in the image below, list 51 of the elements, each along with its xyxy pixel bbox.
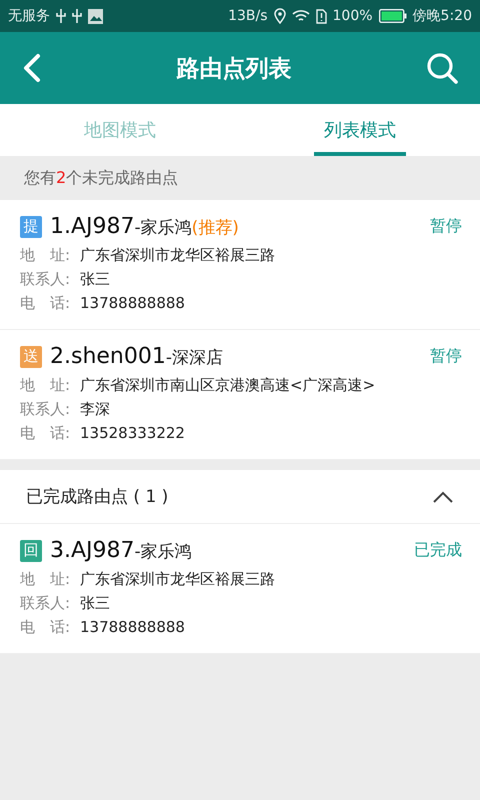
field-label: 电 话: [20, 423, 72, 444]
store-name: -家乐鸿 [134, 541, 192, 563]
mode-tab[interactable]: 列表模式 [240, 104, 480, 156]
type-badge: 回 [20, 540, 42, 562]
battery-icon [378, 9, 407, 23]
carrier-text: 无服务 [8, 7, 50, 25]
route-card[interactable]: 提 1.AJ987-家乐鸿(推荐) 暂停 地 址: 广东省深圳市龙华区裕展三路 联系人: 张三 电 话: 13788888888 [0, 200, 480, 330]
field-value: 广东省深圳市南山区京港澳高速<广深高速> [80, 375, 376, 396]
field-label: 电 话: [20, 617, 72, 638]
route-code: 3.AJ987 [50, 538, 135, 563]
completed-section-header[interactable]: 已完成路由点 ( 1 ) [0, 470, 480, 524]
route-card[interactable]: 送 2.shen001-深深店 暂停 地 址: 广东省深圳市南山区京港澳高速<广深高速> 联系人: 李深 电 话: 13528333222 [0, 330, 480, 460]
field-label: 电 话: [20, 293, 72, 314]
pending-summary: 您有2个未完成路由点 [24, 168, 178, 188]
status-link[interactable]: 已完成 [414, 540, 462, 561]
field-label: 地 址: [20, 569, 72, 590]
recommend-tag: (推荐) [192, 216, 239, 239]
sim-icon [316, 8, 327, 24]
status-link[interactable]: 暂停 [430, 216, 462, 237]
chevron-icon [432, 490, 454, 504]
field-label: 联系人: [20, 399, 72, 420]
location-icon [274, 8, 286, 24]
page-title: 路由点列表 [176, 54, 292, 84]
field-value: 13788888888 [80, 293, 185, 314]
network-speed: 13B/s [228, 8, 268, 24]
field-value: 广东省深圳市龙华区裕展三路 [80, 245, 275, 266]
type-badge: 提 [20, 216, 42, 238]
field-label: 地 址: [20, 245, 72, 266]
store-name: -深深店 [166, 347, 224, 369]
field-value: 张三 [80, 269, 110, 290]
battery-percent: 100% [332, 8, 373, 24]
field-label: 联系人: [20, 269, 72, 290]
usb-icon [56, 8, 66, 24]
usb-icon [72, 8, 82, 24]
field-value: 广东省深圳市龙华区裕展三路 [80, 569, 275, 590]
route-code: 2.shen001 [50, 344, 166, 369]
route-card[interactable]: 回 3.AJ987-家乐鸿 已完成 地 址: 广东省深圳市龙华区裕展三路 联系人: 张三 电 话: 13788888888 [0, 524, 480, 654]
status-link[interactable]: 暂停 [430, 346, 462, 367]
field-value: 张三 [80, 593, 110, 614]
field-value: 李深 [80, 399, 110, 420]
field-label: 联系人: [20, 593, 72, 614]
type-badge: 送 [20, 346, 42, 368]
image-icon [88, 8, 103, 24]
route-code: 1.AJ987 [50, 214, 135, 239]
section-title: 已完成路由点 ( 1 ) [26, 486, 168, 508]
wifi-icon [292, 9, 310, 23]
store-name: -家乐鸿 [134, 217, 192, 239]
field-label: 地 址: [20, 375, 72, 396]
clock-time: 傍晚5:20 [412, 7, 472, 25]
field-value: 13788888888 [80, 617, 185, 638]
field-value: 13528333222 [80, 423, 185, 444]
